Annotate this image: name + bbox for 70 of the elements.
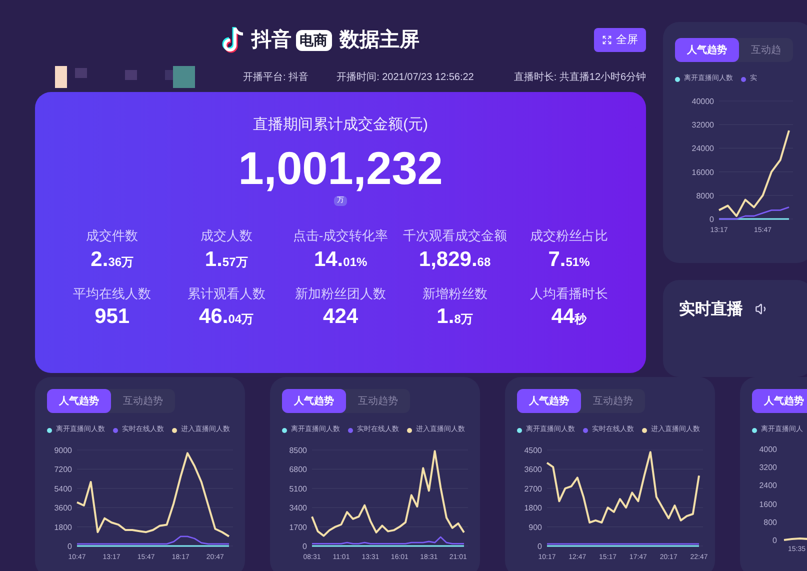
metric-value: 44秒 (551, 304, 587, 330)
y-axis-label: 0 (772, 537, 777, 546)
y-axis-label: 0 (302, 542, 307, 550)
fullscreen-button[interactable]: 全屏 (594, 28, 646, 52)
metric-label: 新加粉丝团人数 (295, 284, 386, 302)
trend-tab[interactable]: 互动趋 (739, 38, 794, 62)
broadcast-info: 开播平台: 抖音 (243, 70, 309, 84)
y-axis-label: 1700 (289, 522, 307, 532)
y-axis-label: 8500 (289, 446, 307, 454)
metric-value: 1.8万 (436, 304, 473, 330)
y-axis-label: 24000 (692, 144, 714, 153)
trend-tab[interactable]: 互动趋势 (581, 389, 645, 413)
y-axis-label: 800 (764, 519, 777, 528)
live-title: 实时直播 (679, 299, 744, 320)
total-amount: 1,001,232 (238, 140, 443, 194)
trend-tab[interactable]: 人气趋势 (517, 389, 581, 413)
metric-value: 1.57万 (204, 246, 248, 272)
metric-value: 1,829.68 (418, 246, 491, 272)
y-axis-label: 6800 (289, 464, 307, 474)
broadcast-info: 开播时间: 2021/07/23 12:56:22 (336, 70, 474, 84)
trend-tab[interactable]: 人气趋势 (752, 389, 807, 413)
y-axis-label: 1600 (759, 500, 777, 509)
y-axis-label: 1800 (524, 503, 542, 512)
metric-value: 424 (323, 304, 358, 330)
metric-label: 成交件数 (86, 227, 138, 245)
y-axis-label: 0 (68, 542, 72, 550)
y-axis-label: 5100 (289, 484, 307, 493)
metric-value: 951 (94, 304, 130, 330)
y-axis-label: 0 (710, 214, 714, 224)
y-axis-label: 8000 (696, 190, 714, 200)
metric-value: 46.04万 (199, 304, 254, 330)
expand-icon (602, 35, 612, 45)
y-axis-label: 3600 (54, 503, 72, 512)
y-axis-label: 3600 (524, 464, 542, 474)
metric-value: 2.36万 (90, 246, 134, 272)
y-axis-label: 40000 (692, 96, 714, 106)
broadcast-info: 直播时长: 共直播12小时6分钟 (514, 70, 646, 84)
metric-label: 新增粉丝数 (422, 284, 488, 302)
y-axis-label: 4500 (524, 446, 542, 454)
trend-tab[interactable]: 人气趋势 (282, 389, 346, 413)
metric-label: 点击-成交转化率 (292, 227, 388, 245)
y-axis-label: 5400 (54, 484, 72, 493)
metric-label: 成交粉丝占比 (530, 227, 608, 245)
metric-label: 人均看播时长 (530, 284, 608, 302)
metric-label: 累计观看人数 (187, 284, 266, 302)
trend-tab[interactable]: 人气趋势 (47, 389, 111, 413)
metric-label: 成交人数 (200, 227, 252, 245)
y-axis-label: 32000 (692, 120, 714, 130)
y-axis-label: 2400 (759, 482, 777, 490)
y-axis-label: 0 (538, 542, 542, 550)
y-axis-label: 9000 (54, 446, 72, 454)
y-axis-label: 900 (528, 522, 542, 532)
y-axis-label: 3400 (289, 503, 307, 512)
page-title: 数据主屏 (340, 28, 420, 53)
y-axis-label: 16000 (692, 167, 714, 176)
brand-name: 抖音 (252, 28, 292, 53)
trend-tab[interactable]: 互动趋势 (111, 389, 175, 413)
summary-title: 直播期间累计成交金额(元) (253, 115, 428, 135)
trend-tab[interactable]: 人气趋势 (675, 38, 740, 62)
y-axis-label: 3200 (759, 464, 777, 472)
metric-label: 千次观看成交金额 (402, 227, 507, 245)
y-axis-label: 4000 (759, 446, 777, 454)
metric-value: 14.01% (314, 246, 368, 272)
metric-value: 7.51% (548, 246, 590, 272)
y-axis-label: 2700 (524, 484, 542, 493)
metric-label: 平均在线人数 (73, 284, 152, 302)
trend-tab[interactable]: 互动趋势 (346, 389, 410, 413)
y-axis-label: 7200 (54, 464, 72, 474)
y-axis-label: 1800 (54, 522, 72, 532)
brand-badge: 电商 (296, 30, 332, 50)
